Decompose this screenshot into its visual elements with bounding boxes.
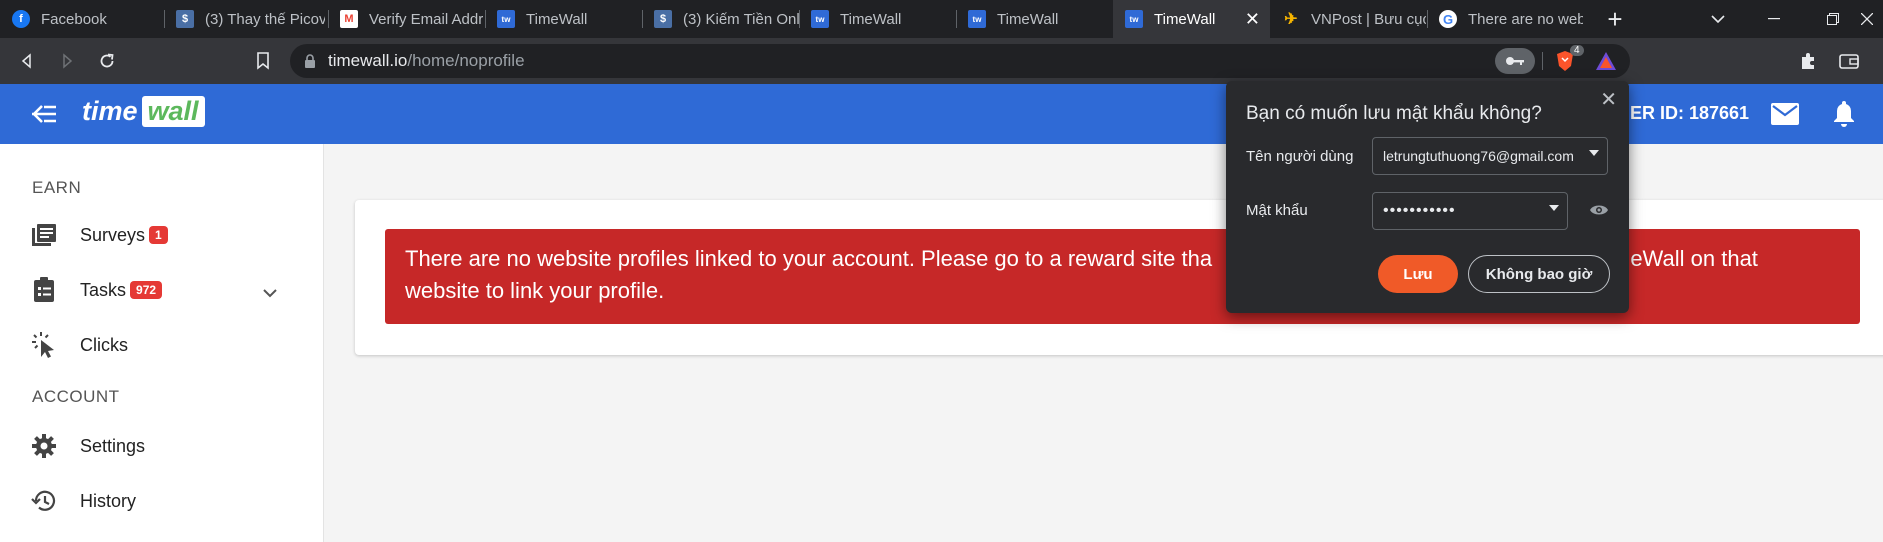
tab-vnpost[interactable]: ✈ VNPost | Bưu cục (1270, 0, 1427, 38)
tab-kiem-tien[interactable]: $ (3) Kiếm Tiền Onl (642, 0, 799, 38)
gear-icon (30, 432, 58, 460)
alert-text-1a: There are no website profiles linked to … (405, 246, 1213, 271)
tab-title: TimeWall (526, 10, 588, 28)
omnibox-divider (1542, 52, 1543, 70)
gmail-icon: M (340, 10, 358, 28)
chevron-down-icon (1549, 205, 1559, 211)
minimize-icon[interactable] (1749, 0, 1799, 38)
never-save-button[interactable]: Không bao giờ (1468, 255, 1610, 293)
username-value: letrungtuthuong76@gmail.com (1383, 148, 1574, 164)
username-label: Tên người dùng (1246, 148, 1354, 165)
url-path: /home/noprofile (407, 51, 525, 70)
browser-toolbar: timewall.io/home/noprofile 4 (0, 38, 1883, 84)
dialog-title: Bạn có muốn lưu mật khẩu không? (1246, 103, 1542, 124)
tab-timewall-1[interactable]: tw TimeWall (485, 0, 642, 38)
sidebar-item-label: Clicks (80, 334, 128, 355)
facebook-icon: f (12, 10, 30, 28)
sidebar-item-label: Settings (80, 435, 146, 456)
timewall-icon: tw (1125, 10, 1143, 28)
tab-title: TimeWall (840, 10, 902, 28)
back-icon[interactable] (12, 46, 42, 76)
tab-google[interactable]: G There are no web (1427, 0, 1584, 38)
show-password-eye-icon[interactable] (1589, 203, 1609, 222)
surveys-count-badge: 1 (149, 226, 168, 244)
mail-icon[interactable] (1771, 103, 1799, 130)
sidebar-item-label: History (80, 490, 137, 511)
forward-icon[interactable] (52, 46, 82, 76)
game-icon: $ (654, 10, 672, 28)
tab-search-chevron-icon[interactable] (1693, 0, 1743, 38)
game-icon: $ (176, 10, 194, 28)
save-password-button[interactable]: Lưu (1378, 255, 1458, 293)
google-icon: G (1439, 10, 1457, 28)
section-title-account: ACCOUNT (32, 387, 120, 406)
tab-title: VNPost | Bưu cục (1311, 10, 1426, 28)
tasks-expand-chevron-icon[interactable] (263, 285, 277, 303)
tab-timewall-2[interactable]: tw TimeWall (799, 0, 956, 38)
password-dropdown[interactable]: ••••••••••• (1372, 192, 1568, 230)
tab-timewall-active[interactable]: tw TimeWall ✕ (1113, 0, 1270, 38)
tab-title: (3) Kiếm Tiền Onl (683, 10, 799, 28)
lock-icon[interactable] (304, 54, 316, 68)
sidebar: EARN Surveys 1 Tasks 972 Clicks ACCOUNT … (0, 144, 324, 542)
sidebar-item-label: Tasks (80, 279, 127, 300)
url-text[interactable]: timewall.io/home/noprofile (328, 51, 525, 71)
alert-text-1b: meWall on that (1612, 246, 1758, 271)
tab-picov[interactable]: $ (3) Thay thế Picov (164, 0, 328, 38)
tasks-count-badge: 972 (130, 281, 163, 299)
timewall-logo[interactable]: time wall (82, 96, 205, 127)
password-value: ••••••••••• (1383, 202, 1456, 219)
cursor-click-icon (30, 331, 58, 359)
save-password-dialog: ✕ Bạn có muốn lưu mật khẩu không? Tên ng… (1226, 81, 1629, 313)
menu-collapse-icon[interactable] (30, 101, 58, 132)
sidebar-item-clicks[interactable]: Clicks (30, 331, 128, 359)
wallet-icon[interactable] (1834, 46, 1864, 76)
tab-verify-email[interactable]: M Verify Email Addr (328, 0, 485, 38)
surveys-icon (30, 221, 58, 249)
vnpost-icon: ✈ (1284, 11, 1298, 28)
brave-rewards-icon[interactable] (1591, 46, 1621, 76)
tab-title: There are no web (1468, 10, 1583, 28)
username-dropdown[interactable]: letrungtuthuong76@gmail.com (1372, 137, 1608, 175)
url-host: timewall.io (328, 51, 408, 70)
timewall-icon: tw (811, 10, 829, 28)
timewall-icon: tw (968, 10, 986, 28)
new-tab-icon[interactable]: + (1590, 0, 1640, 38)
extensions-icon[interactable] (1793, 46, 1823, 76)
bookmark-icon[interactable] (248, 46, 278, 76)
tasks-clipboard-icon (30, 276, 58, 304)
close-dialog-icon[interactable]: ✕ (1600, 87, 1617, 112)
sidebar-item-history[interactable]: History (30, 487, 136, 515)
notification-bell-icon[interactable] (1832, 99, 1856, 132)
sidebar-item-label: Surveys (80, 224, 146, 245)
sidebar-item-tasks[interactable]: Tasks 972 (30, 276, 163, 304)
history-icon (30, 487, 58, 515)
tab-facebook[interactable]: f Facebook (0, 0, 164, 38)
logo-time-text: time (82, 96, 138, 126)
brave-shields-icon[interactable]: 4 (1550, 45, 1584, 76)
logo-wall-text: wall (141, 96, 205, 127)
sidebar-item-settings[interactable]: Settings (30, 432, 145, 460)
tab-title: TimeWall (1154, 10, 1216, 28)
password-key-icon[interactable] (1495, 48, 1535, 74)
timewall-icon: tw (497, 10, 515, 28)
sidebar-item-surveys[interactable]: Surveys 1 (30, 221, 168, 249)
address-bar[interactable]: timewall.io/home/noprofile (290, 44, 1630, 78)
brave-count-badge: 4 (1570, 45, 1584, 56)
section-title-earn: EARN (32, 178, 82, 197)
tab-title: Facebook (41, 10, 107, 28)
no-profile-alert: There are no website profiles linked to … (385, 229, 1860, 324)
user-id: ER ID: 187661 (1630, 103, 1750, 123)
tab-title: Verify Email Addr (369, 10, 484, 28)
tab-timewall-3[interactable]: tw TimeWall (956, 0, 1113, 38)
tab-title: (3) Thay thế Picov (205, 10, 325, 28)
chevron-down-icon (1589, 150, 1599, 156)
close-tab-icon[interactable]: ✕ (1245, 9, 1260, 30)
browser-tab-bar: f Facebook $ (3) Thay thế Picov M Verify… (0, 0, 1883, 38)
password-label: Mật khẩu (1246, 202, 1308, 219)
close-window-icon[interactable] (1850, 0, 1883, 38)
tab-title: TimeWall (997, 10, 1059, 28)
reload-icon[interactable] (92, 46, 122, 76)
